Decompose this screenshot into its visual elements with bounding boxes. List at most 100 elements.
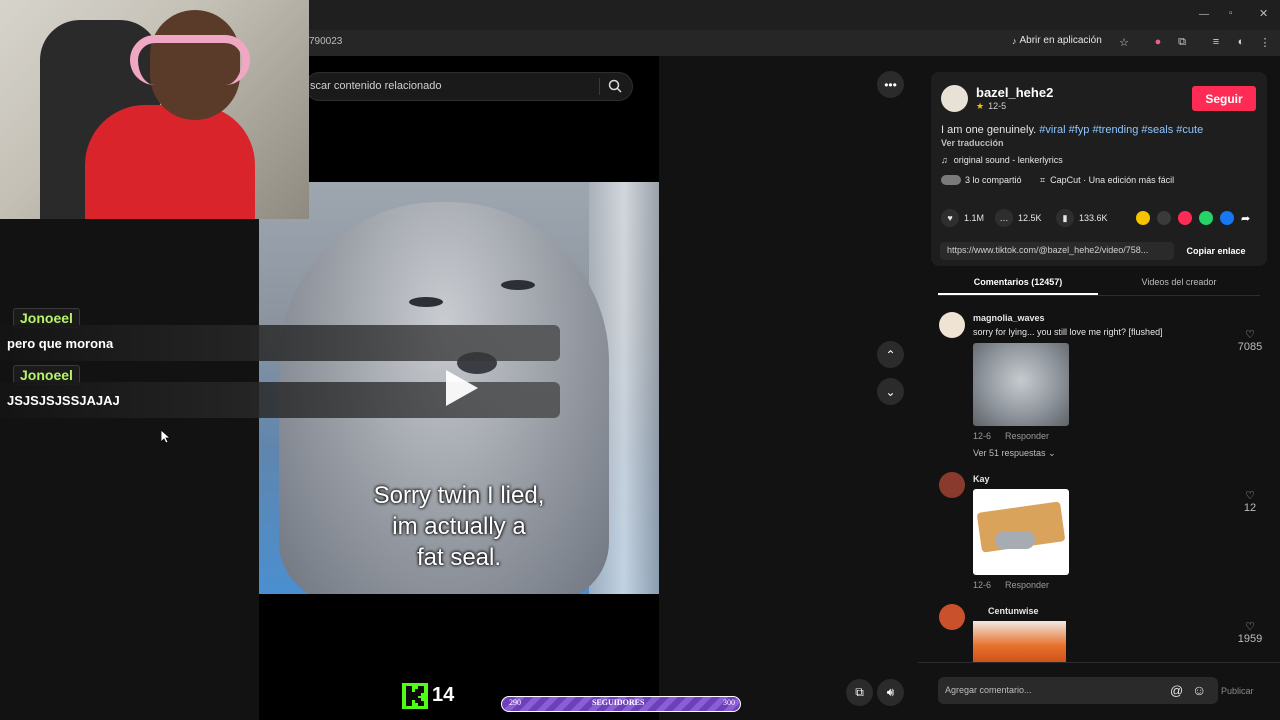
comment-username[interactable]: magnolia_waves <box>973 313 1045 323</box>
browser-menu-icon[interactable]: ⋮ <box>1258 35 1272 49</box>
webcam-overlay <box>0 0 309 219</box>
seal-eye-right <box>501 280 535 290</box>
streamer-shirt <box>85 105 255 219</box>
comment-text: sorry for lying... you still love me rig… <box>973 327 1163 337</box>
emoji-icon[interactable]: ☺ <box>1192 682 1206 698</box>
coin-share-icon[interactable] <box>1136 211 1150 225</box>
translate-link[interactable]: Ver traducción <box>941 138 1004 148</box>
comment-image-clown[interactable] <box>973 621 1066 662</box>
caption-line-1: Sorry twin I lied, <box>373 482 545 509</box>
commenter-avatar[interactable] <box>939 312 965 338</box>
commenter-avatar[interactable] <box>939 604 965 630</box>
heart-outline-icon: ♡ <box>1245 329 1255 341</box>
copy-link-button[interactable]: Copiar enlace <box>1175 242 1257 260</box>
author-meta: ★ 12-5 <box>976 101 1006 112</box>
comment-like-count: 1959 <box>1237 633 1263 645</box>
whatsapp-icon[interactable] <box>1199 211 1213 225</box>
tiktok-icon: ♪ <box>1012 35 1017 46</box>
media-controls-icon[interactable]: ≡ <box>1209 35 1223 49</box>
hashtag-link[interactable]: #seals <box>1141 124 1173 136</box>
comment-bubble-icon: … <box>995 209 1013 227</box>
comment-username[interactable]: Centunwise <box>988 606 1039 616</box>
share-arrow-icon[interactable]: ➦ <box>1241 212 1250 225</box>
next-video-chevron-down-icon[interactable]: ⌄ <box>877 378 904 405</box>
search-divider <box>599 78 600 95</box>
profile-avatar-icon[interactable]: ◐ <box>1234 35 1248 49</box>
like-count: 1.1M <box>964 213 985 223</box>
post-comment-button[interactable]: Publicar <box>1221 686 1254 696</box>
facebook-icon[interactable] <box>1220 211 1234 225</box>
capcut-link[interactable]: ⌗ CapCut · Una edición más fácil <box>1040 175 1174 186</box>
send-to-friends-icon[interactable] <box>1178 211 1192 225</box>
open-in-app-button[interactable]: ♪ Abrir en aplicación <box>1012 35 1102 46</box>
heart-outline-icon: ♡ <box>1245 490 1255 502</box>
caption-line-2: im actually a <box>392 513 526 540</box>
heart-icon: ♥ <box>941 209 959 227</box>
capcut-label: CapCut · Una edición más fácil <box>1050 175 1175 185</box>
picture-in-picture-icon[interactable]: ⧉ <box>846 679 873 706</box>
reply-link[interactable]: Responder <box>1005 580 1049 590</box>
video-caption: Sorry twin I lied, im actually a fat sea… <box>259 480 659 573</box>
follow-button[interactable]: Seguir <box>1192 86 1256 111</box>
restore-icon[interactable]: ▫ <box>1229 8 1233 19</box>
close-window-icon[interactable]: ✕ <box>1259 7 1268 20</box>
author-avatar[interactable] <box>941 85 968 112</box>
hashtag-link[interactable]: #fyp <box>1069 124 1090 136</box>
reply-link[interactable]: Responder <box>1005 431 1049 441</box>
shared-avatars-icon <box>941 175 961 185</box>
comment-image-seal[interactable] <box>973 343 1069 426</box>
tab-creator-videos[interactable]: Videos del creador <box>1098 277 1260 297</box>
hashtag-link[interactable]: #viral <box>1039 124 1065 136</box>
bookmark-star-icon[interactable]: ☆ <box>1117 35 1131 49</box>
followers-goal-min: 290 <box>509 698 521 707</box>
capcut-icon: ⌗ <box>1040 175 1046 185</box>
description-text: I am one genuinely. <box>941 124 1037 136</box>
shared-by[interactable]: 3 lo compartió <box>941 175 1022 185</box>
embed-icon[interactable] <box>1157 211 1171 225</box>
extensions-puzzle-icon[interactable]: ⧉ <box>1175 35 1189 49</box>
comment-like-button[interactable]: ♡ 12 <box>1237 489 1263 514</box>
chat-message: pero que morona <box>7 336 114 351</box>
shared-count: 3 lo compartió <box>965 175 1022 185</box>
video-link-field[interactable]: https://www.tiktok.com/@bazel_hehe2/vide… <box>940 242 1174 260</box>
hashtag-link[interactable]: #cute <box>1176 124 1203 136</box>
comment-button[interactable]: … 12.5K <box>995 209 1042 227</box>
view-replies-link[interactable]: Ver 51 respuestas ⌄ <box>973 448 1056 459</box>
comment-count: 12.5K <box>1018 213 1042 223</box>
volume-icon[interactable]: 🔊︎ <box>877 679 904 706</box>
minimize-icon[interactable]: — <box>1199 9 1209 20</box>
more-options-icon[interactable]: ••• <box>877 71 904 98</box>
comment-image-smore[interactable] <box>973 489 1069 575</box>
chat-message: JSJSJSJSSJAJAJ <box>7 393 120 408</box>
followers-goal-max: 300 <box>723 698 735 707</box>
video-description: I am one genuinely. #viral #fyp #trendin… <box>941 124 1203 136</box>
commenter-avatar[interactable] <box>939 472 965 498</box>
url-text[interactable]: 790023 <box>309 36 342 47</box>
share-buttons: ➦ <box>1136 211 1250 225</box>
search-icon[interactable] <box>607 78 623 94</box>
seal-eye-left <box>409 297 443 307</box>
save-button[interactable]: ▮ 133.6K <box>1056 209 1108 227</box>
mouse-cursor-icon <box>161 430 171 444</box>
comment-like-button[interactable]: ♡ 1959 <box>1237 620 1263 645</box>
heart-outline-icon: ♡ <box>1245 621 1255 633</box>
comment-like-button[interactable]: ♡ 7085 <box>1237 328 1263 353</box>
previous-video-chevron-up-icon[interactable]: ⌃ <box>877 341 904 368</box>
bookmark-icon: ▮ <box>1056 209 1074 227</box>
followers-goal-bar: 290 SEGUIDORES 300 <box>501 696 741 712</box>
sound-link[interactable]: ♫ original sound - lenkerlyrics <box>941 155 1063 165</box>
seal-pup-graphic <box>995 531 1035 549</box>
play-icon[interactable] <box>442 368 482 408</box>
tab-divider <box>938 295 1260 296</box>
active-tab-indicator <box>938 293 1098 295</box>
hashtag-link[interactable]: #trending <box>1092 124 1138 136</box>
kick-logo-icon <box>402 683 428 709</box>
sound-name: original sound - lenkerlyrics <box>953 155 1063 165</box>
comment-username[interactable]: Kay <box>973 474 990 484</box>
mention-icon[interactable]: @ <box>1170 683 1183 698</box>
extension-icon[interactable]: ● <box>1151 35 1165 49</box>
author-username[interactable]: bazel_hehe2 <box>976 85 1053 100</box>
like-button[interactable]: ♥ 1.1M <box>941 209 984 227</box>
search-input[interactable]: scar contenido relacionado <box>310 80 441 92</box>
comment-date: 12-6 <box>973 431 992 441</box>
